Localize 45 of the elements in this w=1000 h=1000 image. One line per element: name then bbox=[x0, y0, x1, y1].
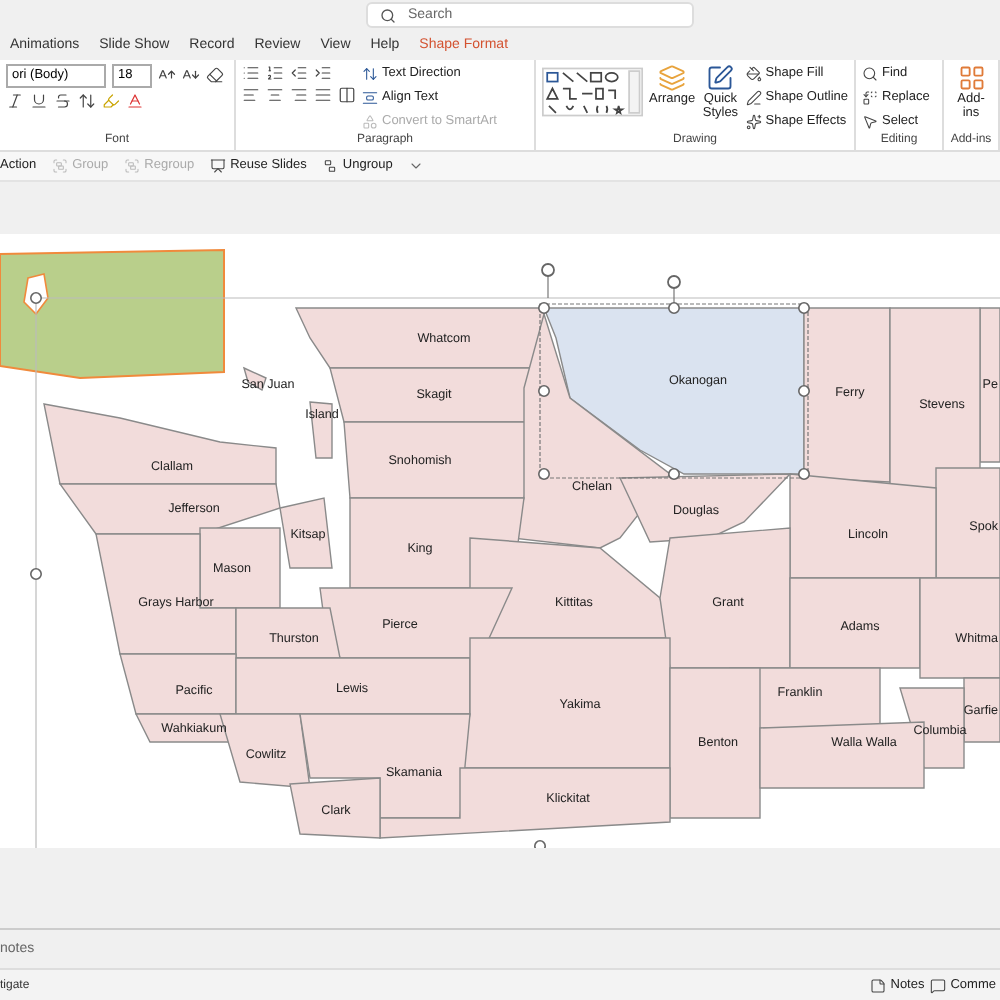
resize-handle[interactable] bbox=[668, 468, 680, 481]
resize-handle[interactable] bbox=[538, 385, 550, 398]
resize-handle[interactable] bbox=[538, 468, 550, 481]
resize-handle[interactable] bbox=[534, 840, 546, 849]
resize-handle[interactable] bbox=[668, 302, 680, 315]
underline-icon[interactable] bbox=[30, 91, 48, 110]
comments-icon[interactable] bbox=[930, 977, 947, 994]
resize-handle[interactable] bbox=[538, 302, 550, 315]
command-icon[interactable] bbox=[322, 157, 339, 174]
command-icon[interactable] bbox=[745, 65, 762, 82]
notes-icon[interactable] bbox=[870, 977, 887, 994]
outdent-icon[interactable] bbox=[290, 63, 308, 82]
resize-handle[interactable] bbox=[798, 385, 810, 398]
command-icon[interactable] bbox=[862, 89, 878, 106]
command-icon[interactable] bbox=[862, 65, 878, 82]
shape-gallery-drawing[interactable] bbox=[542, 63, 644, 120]
resize-handle[interactable] bbox=[798, 302, 810, 315]
command-icon[interactable] bbox=[362, 65, 378, 82]
add-ins-icon[interactable] bbox=[957, 63, 985, 92]
font-color-icon[interactable] bbox=[126, 91, 144, 110]
bullets-icon[interactable] bbox=[242, 63, 260, 82]
spacing-icon[interactable] bbox=[78, 91, 96, 110]
italic-icon[interactable] bbox=[6, 91, 24, 110]
command-icon[interactable] bbox=[745, 113, 762, 130]
resize-handle[interactable] bbox=[30, 292, 42, 305]
indent-icon[interactable] bbox=[314, 63, 332, 82]
align-right-icon[interactable] bbox=[290, 85, 308, 104]
command-icon[interactable] bbox=[362, 89, 378, 106]
clear-format-icon[interactable] bbox=[206, 66, 224, 85]
justify-icon[interactable] bbox=[314, 85, 332, 104]
command-icon[interactable] bbox=[862, 113, 878, 130]
command-icon[interactable] bbox=[210, 157, 227, 174]
align-left-icon[interactable] bbox=[242, 85, 260, 104]
numbering-icon[interactable] bbox=[266, 63, 284, 82]
grow-font-icon[interactable] bbox=[158, 66, 176, 85]
resize-handle[interactable] bbox=[30, 568, 42, 581]
align-center-icon[interactable] bbox=[266, 85, 284, 104]
command-icon[interactable] bbox=[745, 89, 762, 106]
search-icon bbox=[380, 7, 396, 24]
shrink-font-icon[interactable] bbox=[182, 66, 200, 85]
columns-icon[interactable] bbox=[338, 85, 356, 104]
rotate-handle-icon[interactable] bbox=[541, 263, 555, 299]
quick-styles-icon[interactable] bbox=[706, 63, 735, 92]
resize-handle[interactable] bbox=[798, 468, 810, 481]
strikethrough-icon[interactable] bbox=[54, 91, 72, 110]
